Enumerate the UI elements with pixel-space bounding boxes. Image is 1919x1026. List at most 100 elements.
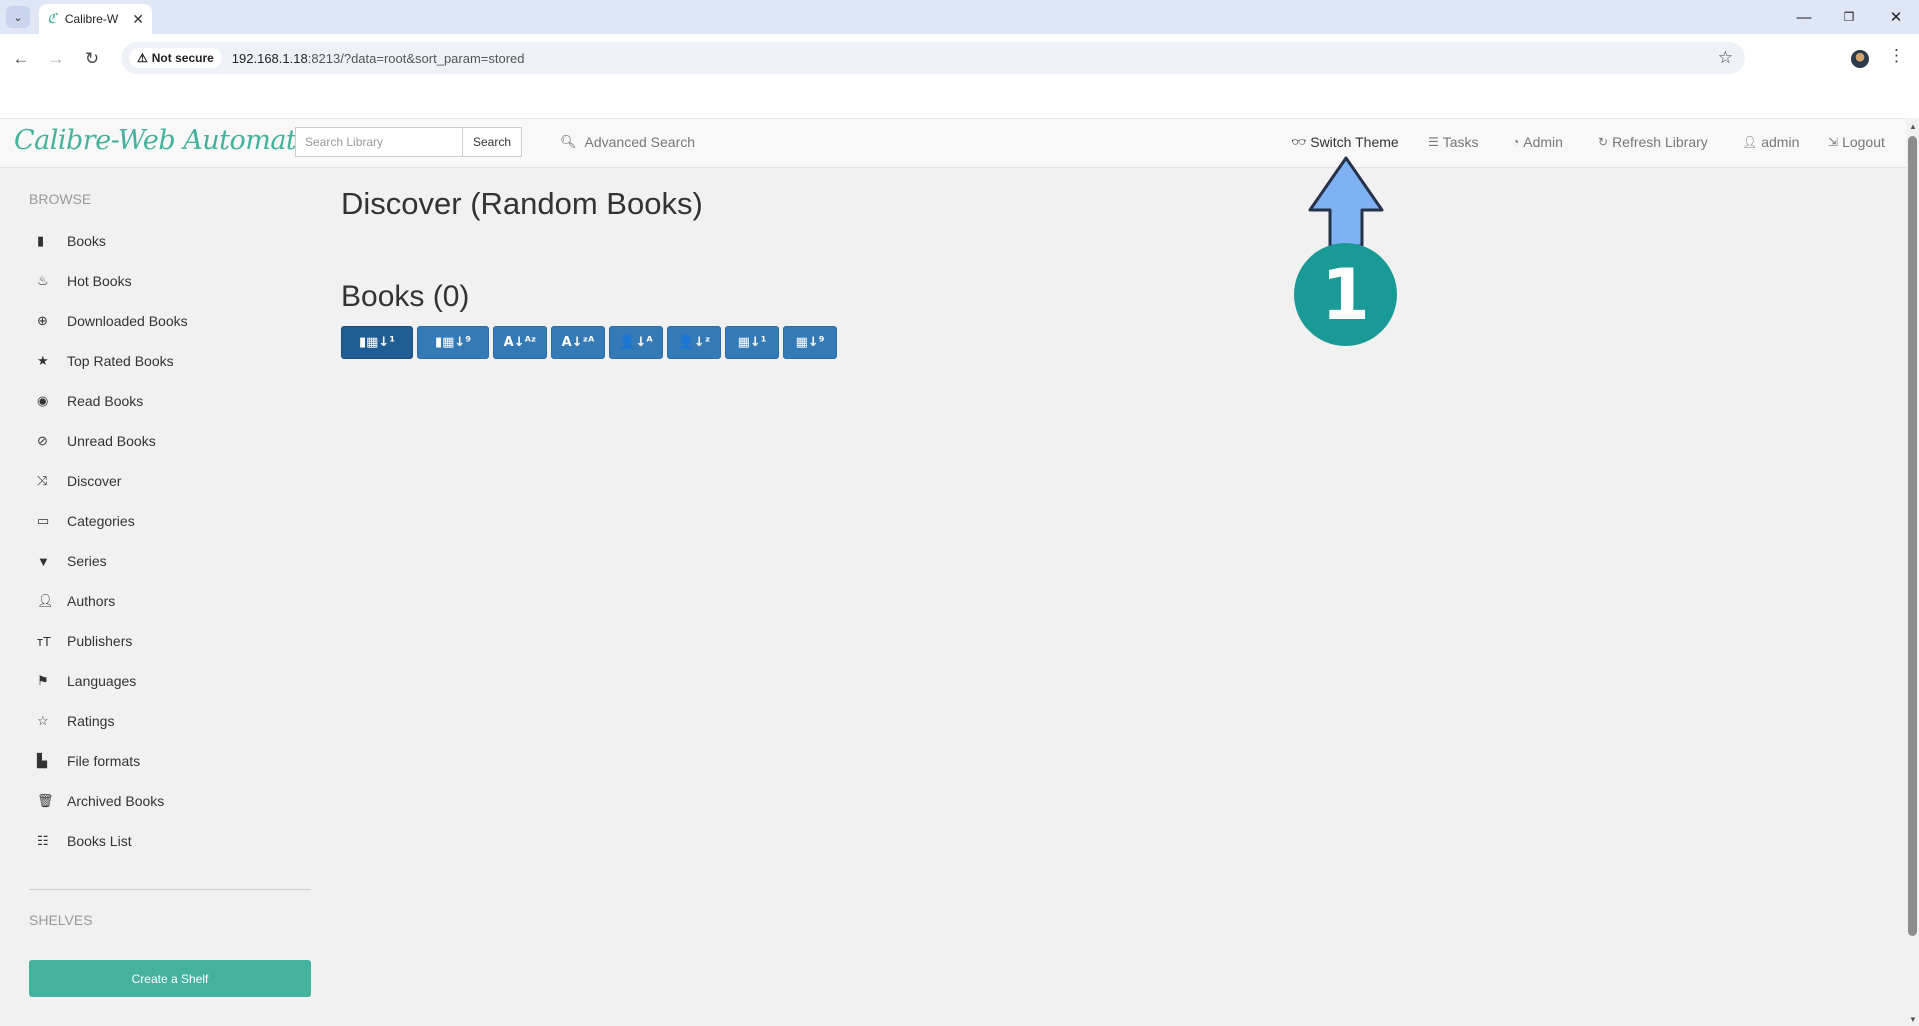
scroll-thumb[interactable] <box>1908 136 1917 936</box>
bookmark-star-icon[interactable]: ☆ <box>1718 48 1733 68</box>
advanced-search-label: Advanced Search <box>584 134 696 150</box>
address-bar[interactable]: ⚠ Not secure 192.168.1.18:8213/?data=roo… <box>121 42 1745 74</box>
url-host: 192.168.1.18 <box>231 50 308 66</box>
file-icon: ▙ <box>37 753 47 768</box>
page-title: Discover (Random Books) <box>341 186 703 221</box>
fire-icon: ♨ <box>37 273 49 288</box>
sidebar-item-label: Ratings <box>67 713 115 729</box>
tasks-label: Tasks <box>1442 134 1479 150</box>
shelves-heading: SHELVES <box>29 912 93 928</box>
scroll-up-icon[interactable]: ▲ <box>1909 122 1917 131</box>
user-link[interactable]: 👤︎ admin <box>1742 134 1799 150</box>
back-icon[interactable]: ← <box>6 44 36 74</box>
sidebar-item-series[interactable]: ▼ Series <box>37 550 107 572</box>
sidebar-item-ratings[interactable]: ☆ Ratings <box>37 710 114 732</box>
browser-tab-bar: ⌄ ℭ Calibre-W ✕ — ❐ ✕ <box>0 0 1919 34</box>
sidebar-item-label: File formats <box>67 753 141 769</box>
sidebar-item-books[interactable]: ▮ Books <box>37 230 106 252</box>
create-shelf-button[interactable]: Create a Shelf <box>29 960 311 997</box>
sidebar-item-top-rated-books[interactable]: ★ Top Rated Books <box>37 350 174 372</box>
star-icon: ★ <box>37 353 49 368</box>
page-scrollbar[interactable]: ▲ ▼ <box>1906 118 1919 1026</box>
trash-icon: 🗑︎ <box>37 793 54 808</box>
annotation-arrow <box>1308 156 1384 248</box>
sidebar-item-books-list[interactable]: ☷ Books List <box>37 830 132 852</box>
switch-theme-label: Switch Theme <box>1310 134 1399 150</box>
tasks-icon: ☰ <box>1428 135 1439 149</box>
forward-icon[interactable]: → <box>41 44 71 74</box>
sidebar-item-categories[interactable]: ▭ Categories <box>37 510 135 532</box>
sort-pubdate-old-button[interactable]: ▦↓⁹ <box>783 326 837 359</box>
sidebar-item-file-formats[interactable]: ▙ File formats <box>37 750 140 772</box>
browser-toolbar: ← → ↻ ⚠ Not secure 192.168.1.18:8213/?da… <box>0 34 1919 118</box>
switch-theme-link[interactable]: 👓︎ Switch Theme <box>1291 134 1399 150</box>
sidebar-item-archived-books[interactable]: 🗑︎ Archived Books <box>37 790 164 812</box>
eye-icon: ◉ <box>37 393 49 408</box>
refresh-icon: ↻ <box>1598 135 1609 149</box>
sort-title-az-button[interactable]: A↓ᴬᶻ <box>493 326 547 359</box>
tab-close-icon[interactable]: ✕ <box>132 11 144 28</box>
annotation-step-badge: 1 <box>1294 243 1397 346</box>
advanced-search-link[interactable]: 🔍︎ Advanced Search <box>560 134 695 150</box>
tab-title: Calibre-W <box>64 12 119 26</box>
sidebar-item-label: Books List <box>67 833 132 849</box>
sort-author-az-button[interactable]: 👤↓ᴬ <box>609 326 663 359</box>
admin-link[interactable]: ◔ Admin <box>1512 134 1563 150</box>
browser-menu-icon[interactable]: ⋮ <box>1888 46 1905 66</box>
tasks-link[interactable]: ☰ Tasks <box>1428 134 1479 150</box>
sidebar-item-label: Languages <box>67 673 137 689</box>
sidebar-item-publishers[interactable]: ᴛT Publishers <box>37 630 132 652</box>
sort-title-za-button[interactable]: A↓ᶻᴬ <box>551 326 605 359</box>
tab-search-button[interactable]: ⌄ <box>6 6 30 28</box>
profile-avatar[interactable] <box>1851 50 1869 68</box>
url-path: :8213/?data=root&sort_param=stored <box>307 50 525 66</box>
reload-icon[interactable]: ↻ <box>77 44 107 74</box>
restore-icon[interactable]: ❐ <box>1826 0 1872 34</box>
sidebar-item-unread-books[interactable]: ⊘ Unread Books <box>37 430 156 452</box>
minimize-icon[interactable]: — <box>1781 0 1827 34</box>
text-size-icon: ᴛT <box>37 633 51 649</box>
sort-toolbar: ▮▦↓¹ ▮▦↓⁹ A↓ᴬᶻ A↓ᶻᴬ 👤↓ᴬ 👤↓ᶻ ▦↓¹ ▦↓⁹ <box>341 326 841 359</box>
sidebar-divider <box>29 889 311 890</box>
user-icon: 👤︎ <box>37 593 54 608</box>
sidebar-item-label: Hot Books <box>67 273 132 289</box>
list-icon: ☷ <box>37 833 49 848</box>
sidebar-item-hot-books[interactable]: ♨ Hot Books <box>37 270 132 292</box>
refresh-library-link[interactable]: ↻ Refresh Library <box>1598 134 1708 150</box>
download-icon: ⊕ <box>37 313 48 328</box>
flag-icon: ⚑ <box>37 673 49 688</box>
sort-date-old-button[interactable]: ▮▦↓⁹ <box>417 326 489 359</box>
sidebar-item-label: Categories <box>67 513 135 529</box>
search-button[interactable]: Search <box>462 127 522 157</box>
refresh-library-label: Refresh Library <box>1612 134 1708 150</box>
warning-icon: ⚠ <box>137 51 148 65</box>
sidebar-item-label: Archived Books <box>67 793 165 809</box>
search-icon: 🔍︎ <box>560 134 577 149</box>
sidebar-item-read-books[interactable]: ◉ Read Books <box>37 390 143 412</box>
sidebar-item-languages[interactable]: ⚑ Languages <box>37 670 136 692</box>
sidebar-item-label: Top Rated Books <box>67 353 174 369</box>
bookmark-icon: ▼ <box>37 553 50 569</box>
books-count-heading: Books (0) <box>341 280 470 313</box>
sidebar-item-label: Authors <box>67 593 116 609</box>
security-label: Not secure <box>151 51 214 65</box>
sidebar-item-discover[interactable]: ⤨ Discover <box>37 470 121 492</box>
logout-link[interactable]: ⇲ Logout <box>1828 134 1885 150</box>
window-close-icon[interactable]: ✕ <box>1873 0 1919 34</box>
sidebar-item-authors[interactable]: 👤︎ Authors <box>37 590 115 612</box>
browser-tab[interactable]: ℭ Calibre-W ✕ <box>39 4 152 34</box>
sidebar-item-label: Books <box>67 233 106 249</box>
shuffle-icon: ⤨ <box>37 473 48 488</box>
security-indicator[interactable]: ⚠ Not secure <box>129 48 222 68</box>
sidebar-item-label: Publishers <box>67 633 133 649</box>
brand-logo[interactable]: Calibre-Web Automated <box>14 125 329 156</box>
search-input[interactable] <box>295 127 463 157</box>
url-text[interactable]: 192.168.1.18:8213/?data=root&sort_param=… <box>232 51 525 66</box>
annotation-arrow-shape <box>1308 156 1384 248</box>
sidebar-item-label: Discover <box>67 473 122 489</box>
sidebar-item-downloaded-books[interactable]: ⊕ Downloaded Books <box>37 310 188 332</box>
sort-pubdate-new-button[interactable]: ▦↓¹ <box>725 326 779 359</box>
scroll-down-icon[interactable]: ▼ <box>1909 1015 1917 1024</box>
sort-date-new-button[interactable]: ▮▦↓¹ <box>341 326 413 359</box>
sort-author-za-button[interactable]: 👤↓ᶻ <box>667 326 721 359</box>
